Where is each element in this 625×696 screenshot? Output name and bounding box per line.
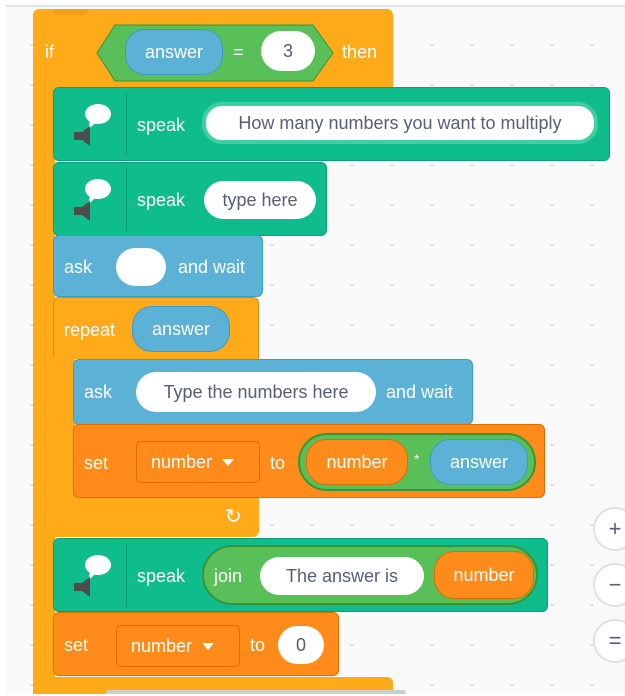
to-label: to	[250, 635, 266, 655]
script-workspace[interactable]: if answer = 3 then speak How many number…	[6, 5, 625, 694]
if-label: if	[45, 42, 54, 62]
and-wait-label: and wait	[386, 382, 454, 402]
speak-label: speak	[137, 566, 186, 586]
then-label: then	[342, 42, 378, 62]
repeat-block-bottom: ↻	[53, 497, 259, 537]
and-wait-label: and wait	[178, 257, 246, 277]
speak-block-2[interactable]: speak type here	[53, 162, 327, 236]
zoom-reset-button[interactable]: =	[593, 619, 625, 663]
number-variable-reporter[interactable]: number	[434, 551, 534, 599]
multiply-symbol: *	[414, 451, 420, 467]
dropdown-caret-icon	[202, 642, 215, 650]
zoom-out-icon: −	[608, 572, 622, 597]
ask-block-2[interactable]: ask Type the numbers here and wait	[73, 359, 473, 425]
speak-text: How many numbers you want to multiply	[238, 112, 562, 133]
if-block[interactable]: if answer = 3 then	[33, 9, 393, 95]
to-label: to	[270, 453, 286, 473]
compare-value-input[interactable]: 3	[261, 31, 315, 71]
ask-question-input[interactable]	[116, 248, 166, 286]
set-value-input[interactable]: 0	[278, 626, 324, 664]
variable-dropdown[interactable]: number	[116, 625, 240, 667]
join-label: join	[214, 566, 243, 586]
text2speech-icon	[68, 553, 114, 604]
if-block-arm	[33, 93, 55, 693]
equals-operator: =	[233, 42, 244, 62]
answer-reporter[interactable]: answer	[125, 29, 223, 75]
set-value: 0	[295, 634, 306, 655]
answer-reporter[interactable]: answer	[430, 439, 528, 485]
set-variable-block-2[interactable]: set number to 0	[53, 612, 339, 676]
zoom-reset-icon: =	[608, 628, 622, 653]
repeat-block[interactable]: repeat answer	[53, 297, 259, 359]
ask-block-1[interactable]: ask and wait	[53, 235, 263, 297]
dropdown-caret-icon	[222, 458, 235, 466]
speak-block-1[interactable]: speak How many numbers you want to multi…	[53, 87, 610, 161]
compare-value: 3	[282, 40, 293, 61]
ask-question-text: Type the numbers here	[163, 381, 349, 402]
set-label: set	[84, 453, 109, 473]
answer-label: answer	[449, 451, 509, 472]
repeat-count-reporter[interactable]: answer	[132, 306, 230, 352]
answer-label: answer	[144, 41, 204, 62]
zoom-in-button[interactable]: +	[593, 507, 625, 551]
ask-label: ask	[64, 257, 93, 277]
speak-text-input[interactable]: type here	[204, 181, 316, 219]
horizontal-scrollbar[interactable]	[106, 690, 406, 694]
text2speech-icon	[68, 102, 114, 153]
zoom-out-button[interactable]: −	[593, 563, 625, 607]
text2speech-icon	[68, 177, 114, 228]
repeat-count: answer	[151, 318, 211, 339]
speak-label: speak	[137, 115, 186, 135]
variable-dropdown[interactable]: number	[136, 441, 260, 483]
variable-name: number	[131, 635, 193, 656]
variable-name: number	[151, 451, 213, 472]
zoom-in-icon: +	[608, 516, 622, 541]
ask-question-input[interactable]: Type the numbers here	[136, 372, 376, 412]
speak-label: speak	[137, 190, 186, 210]
ask-label: ask	[84, 382, 113, 402]
join-text: The answer is	[285, 565, 399, 586]
speak-text: type here	[222, 189, 298, 210]
set-label: set	[64, 635, 89, 655]
repeat-arrow-icon: ↻	[225, 506, 242, 528]
variable-name: number	[326, 451, 388, 472]
repeat-label: repeat	[64, 320, 116, 340]
speak-text-input[interactable]: How many numbers you want to multiply	[202, 102, 598, 144]
number-variable-reporter[interactable]: number	[306, 439, 408, 485]
speak-block-3[interactable]: speak join The answer is number	[53, 538, 548, 612]
variable-name: number	[453, 564, 515, 585]
set-variable-block-1[interactable]: set number to number * answer	[73, 424, 545, 498]
join-text-input[interactable]: The answer is	[260, 557, 424, 595]
